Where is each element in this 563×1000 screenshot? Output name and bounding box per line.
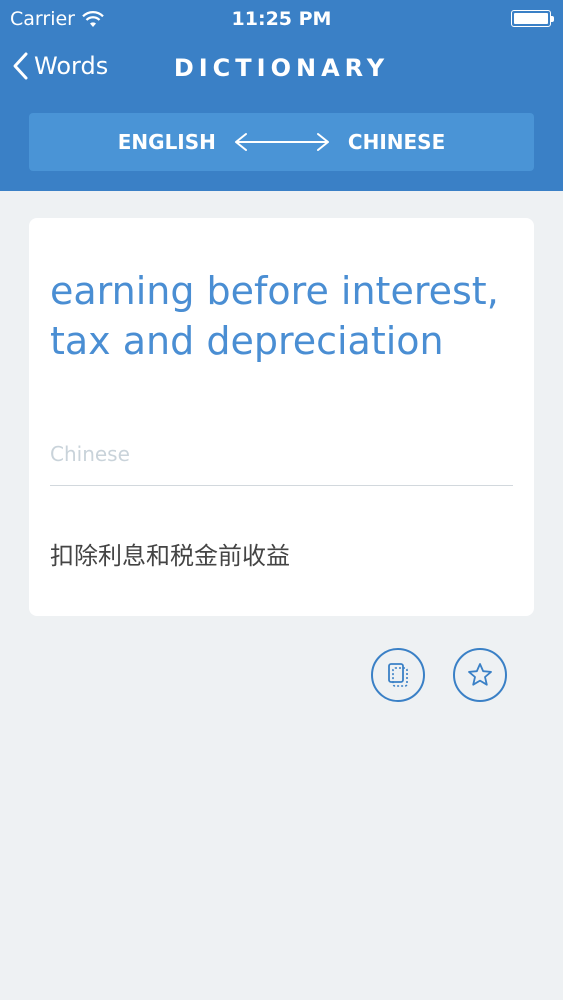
favorite-button[interactable]	[453, 648, 507, 702]
source-language: ENGLISH	[117, 130, 216, 154]
language-switch-button[interactable]: ENGLISH CHINESE	[29, 113, 534, 171]
battery-icon	[511, 10, 554, 27]
star-icon	[468, 663, 492, 686]
navigation-bar: Words DICTIONARY	[0, 40, 563, 100]
app-header: Carrier 11:25 PM Words DICTIONARY ENGLIS…	[0, 0, 563, 191]
copy-button[interactable]	[371, 648, 425, 702]
divider	[50, 485, 513, 486]
double-arrow-icon	[234, 133, 329, 151]
page-title: DICTIONARY	[173, 54, 390, 82]
status-bar: Carrier 11:25 PM	[0, 0, 563, 40]
target-language: CHINESE	[347, 130, 446, 154]
translation-text: 扣除利息和税金前收益	[50, 542, 290, 570]
copy-icon	[388, 663, 408, 687]
translation-card: earning before interest, tax and depreci…	[29, 218, 534, 616]
translation-field-label: Chinese	[50, 442, 130, 466]
status-time: 11:25 PM	[231, 8, 332, 30]
term-text: earning before interest, tax and depreci…	[50, 269, 499, 363]
